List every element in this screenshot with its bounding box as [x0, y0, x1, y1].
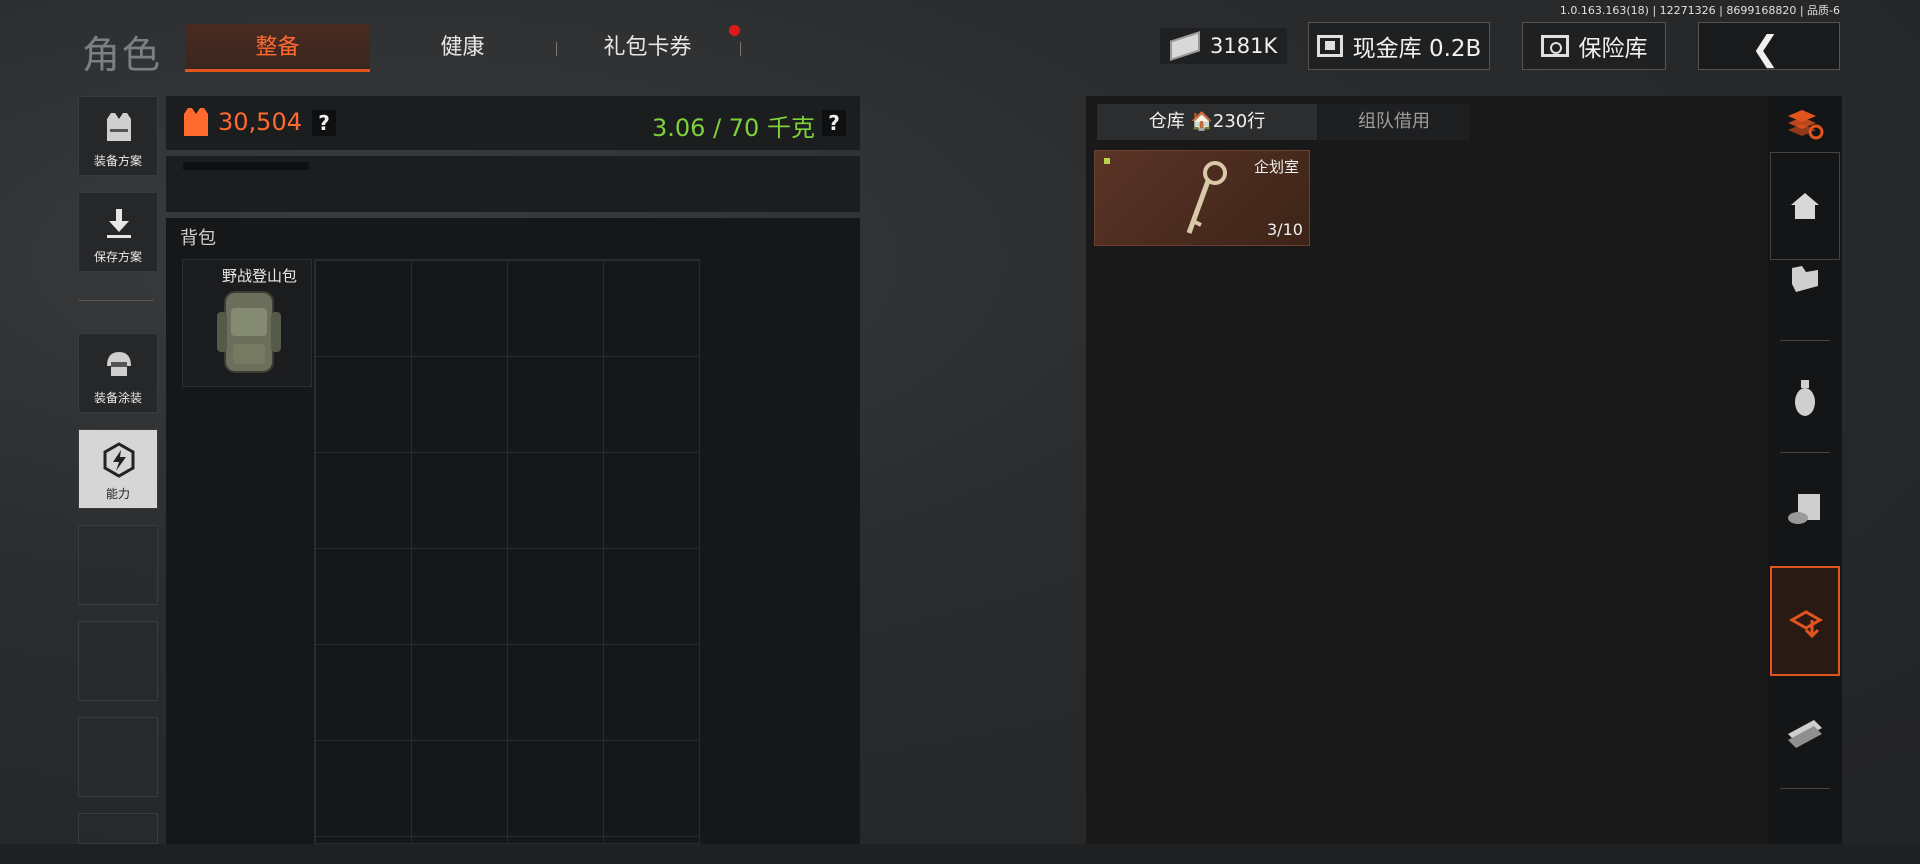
- bottom-bar: [0, 844, 1920, 864]
- rail-item-armor[interactable]: [1770, 262, 1840, 340]
- rail-item-grenade[interactable]: [1770, 348, 1840, 450]
- sort-stack-icon[interactable]: [1786, 106, 1824, 140]
- download-icon: [107, 209, 131, 238]
- rail-divider: [1780, 452, 1830, 453]
- cash-vault-button[interactable]: 现金库 0.2B: [1308, 22, 1490, 70]
- tab-team-borrow[interactable]: 组队借用: [1318, 104, 1470, 140]
- money-icon: [1170, 31, 1200, 61]
- chevron-left-icon: ❮: [1751, 29, 1780, 69]
- sidebar-item-loadout-plans[interactable]: 装备方案: [78, 96, 158, 176]
- safe-icon: [1540, 35, 1569, 57]
- rarity-dot: [1104, 158, 1110, 164]
- rail-item-cash[interactable]: [1770, 682, 1840, 786]
- sidebar-item-label: 装备方案: [93, 154, 142, 168]
- rail-item-supplies[interactable]: [1770, 460, 1840, 560]
- rail-divider: [1780, 340, 1830, 341]
- weight-help-button[interactable]: ?: [822, 110, 846, 136]
- sidebar-empty-slot: [78, 813, 158, 844]
- vest-icon: [184, 108, 208, 136]
- armor-icon: [1792, 266, 1818, 292]
- sidebar-item-label: 能力: [105, 487, 130, 501]
- sidebar-item-save-plan[interactable]: 保存方案: [78, 192, 158, 272]
- rail-item-deposit[interactable]: [1770, 566, 1840, 676]
- tab-equip[interactable]: 整备: [185, 24, 370, 72]
- cash-vault-label: 现金库 0.2B: [1352, 36, 1482, 62]
- sidebar-divider: [78, 300, 154, 301]
- sidebar-item-label: 保存方案: [93, 250, 142, 264]
- warehouse-item-name: 企划室: [1254, 158, 1300, 176]
- rail-item-home[interactable]: [1770, 152, 1840, 260]
- sidebar-item-equip-skin[interactable]: 装备涂装: [78, 333, 158, 413]
- warehouse-item-count: 3/10: [1267, 220, 1303, 239]
- grenade-icon: [1795, 380, 1815, 416]
- back-button[interactable]: ❮: [1698, 22, 1840, 70]
- sidebar-item-abilities[interactable]: 能力: [78, 429, 158, 509]
- tab-warehouse[interactable]: 仓库 🏠230行: [1097, 104, 1317, 140]
- box-download-icon: [1788, 610, 1824, 639]
- sidebar-empty-slot: [78, 621, 158, 701]
- vault-icon: [1316, 35, 1343, 57]
- safe-vault-label: 保险库: [1578, 36, 1648, 62]
- backpack-title: 背包: [180, 228, 216, 249]
- backpack-icon: [217, 291, 281, 373]
- key-icon: [1186, 161, 1227, 234]
- currency-value: 3181K: [1210, 34, 1278, 58]
- rail-divider: [1780, 788, 1830, 789]
- sidebar-empty-slot: [78, 525, 158, 605]
- cash-stack-icon: [1788, 720, 1822, 748]
- backpack-item-name: 野战登山包: [222, 267, 298, 285]
- version-text: 1.0.163.163(18) | 12271326 | 8699168820 …: [1559, 4, 1840, 17]
- progress-strip: [183, 162, 309, 170]
- home-icon: [1791, 193, 1819, 219]
- notification-dot: [729, 25, 740, 36]
- lightning-icon: [103, 442, 135, 478]
- safe-vault-button[interactable]: 保险库: [1522, 22, 1666, 70]
- currency-display: 3181K: [1160, 28, 1288, 64]
- helmet-icon: [107, 352, 131, 376]
- tab-health[interactable]: 健康: [390, 24, 535, 72]
- sidebar-empty-slot: [78, 717, 158, 797]
- value-help-button[interactable]: ?: [312, 110, 336, 136]
- tab-gift-coupons[interactable]: 礼包卡券: [570, 24, 725, 72]
- vest-icon: [107, 113, 131, 141]
- tab-divider: [740, 42, 741, 56]
- page-title: 角色: [82, 33, 163, 77]
- tab-divider: [556, 42, 557, 56]
- loadout-value: 30,504: [218, 108, 302, 136]
- loadout-header: 30,504 ? 3.06 / 70 千克 ?: [166, 96, 860, 150]
- sidebar-item-label: 装备涂装: [93, 391, 142, 405]
- supplies-icon: [1788, 494, 1820, 524]
- weight-value: 3.06 / 70 千克: [652, 114, 815, 142]
- backpack-grid[interactable]: [314, 259, 700, 844]
